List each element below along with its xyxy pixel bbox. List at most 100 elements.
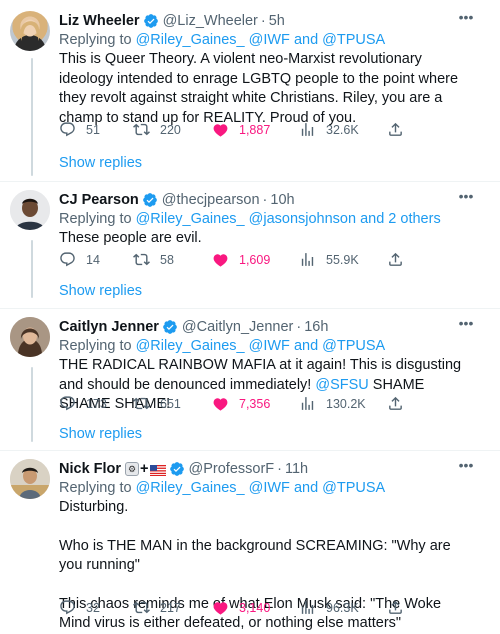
display-name[interactable]: Caitlyn Jenner <box>59 319 159 335</box>
handle[interactable]: @thecjpearson <box>162 192 260 208</box>
reply-button[interactable]: 173 <box>59 395 107 412</box>
share-button[interactable] <box>387 395 414 412</box>
reply-icon <box>59 599 76 616</box>
verified-icon <box>143 13 159 29</box>
views-icon <box>299 599 316 616</box>
avatar[interactable] <box>10 190 50 230</box>
views-button[interactable]: 96.3K <box>299 599 359 616</box>
view-count: 55.9K <box>326 252 359 267</box>
show-replies-link[interactable]: Show replies <box>59 155 142 171</box>
reply-icon <box>59 121 76 138</box>
mention-link[interactable]: @SFSU <box>315 377 368 393</box>
show-replies-link[interactable]: Show replies <box>59 426 142 442</box>
views-button[interactable]: 32.6K <box>299 121 359 138</box>
more-icon[interactable]: ••• <box>456 9 476 29</box>
tweet-caitlyn-jenner[interactable]: Caitlyn Jenner @Caitlyn_Jenner · 16h •••… <box>0 309 484 452</box>
reply-icon <box>59 251 76 268</box>
like-count: 3,140 <box>239 600 271 615</box>
replying-to: Replying to @Riley_Gaines_ @IWF and @TPU… <box>59 337 474 356</box>
thread-line <box>31 367 33 442</box>
view-count: 32.6K <box>326 122 359 137</box>
share-icon <box>387 251 404 268</box>
views-icon <box>299 121 316 138</box>
share-icon <box>387 395 404 412</box>
timestamp[interactable]: 16h <box>304 319 328 335</box>
reply-button[interactable]: 51 <box>59 121 100 138</box>
like-button[interactable]: 7,356 <box>212 395 270 412</box>
handle[interactable]: @Caitlyn_Jenner <box>182 319 293 335</box>
separator-dot: · <box>262 192 268 208</box>
replying-to-label: Replying to <box>59 211 132 227</box>
heart-icon <box>212 121 229 138</box>
display-name[interactable]: Liz Wheeler <box>59 13 140 29</box>
view-count: 96.3K <box>326 600 359 615</box>
replying-to-users[interactable]: @Riley_Gaines_ @IWF and @TPUSA <box>136 32 386 48</box>
like-count: 1,609 <box>239 252 271 267</box>
replying-to-label: Replying to <box>59 338 132 354</box>
views-button[interactable]: 130.2K <box>299 395 366 412</box>
more-icon[interactable]: ••• <box>456 188 476 208</box>
timestamp[interactable]: 5h <box>269 13 285 29</box>
separator-dot: · <box>277 461 282 477</box>
avatar[interactable] <box>10 11 50 51</box>
like-button[interactable]: 3,140 <box>212 599 270 616</box>
reply-icon <box>59 395 76 412</box>
name-suffix: + <box>140 461 149 477</box>
tweet-liz-wheeler[interactable]: Liz Wheeler @Liz_Wheeler · 5h ••• Replyi… <box>0 0 484 185</box>
verified-icon <box>162 319 178 335</box>
reply-count: 51 <box>86 122 100 137</box>
heart-icon <box>212 599 229 616</box>
retweet-count: 58 <box>160 252 174 267</box>
views-button[interactable]: 55.9K <box>299 251 359 268</box>
reply-count: 32 <box>86 600 100 615</box>
more-icon[interactable]: ••• <box>456 315 476 335</box>
tweet-paragraph: Disturbing. <box>59 499 129 515</box>
retweet-count: 651 <box>160 396 181 411</box>
avatar[interactable] <box>10 317 50 357</box>
replying-to: Replying to @Riley_Gaines_ @IWF and @TPU… <box>59 31 474 50</box>
retweet-button[interactable]: 217 <box>133 599 181 616</box>
timestamp[interactable]: 11h <box>285 461 308 477</box>
verified-icon <box>142 192 158 208</box>
display-name[interactable]: CJ Pearson <box>59 192 139 208</box>
separator-dot: · <box>296 319 302 335</box>
tweet-text: These people are evil. <box>59 230 202 246</box>
reply-button[interactable]: 14 <box>59 251 100 268</box>
retweet-button[interactable]: 58 <box>133 251 174 268</box>
retweet-count: 217 <box>160 600 181 615</box>
avatar[interactable] <box>10 459 50 499</box>
share-button[interactable] <box>387 251 414 268</box>
replying-to-users[interactable]: @Riley_Gaines_ @jasonsjohnson and 2 othe… <box>136 211 441 227</box>
share-icon <box>387 599 404 616</box>
like-button[interactable]: 1,887 <box>212 121 270 138</box>
replying-to-label: Replying to <box>59 32 132 48</box>
thread-line <box>31 240 33 298</box>
more-icon[interactable]: ••• <box>456 457 476 477</box>
separator-dot: · <box>260 13 266 29</box>
flag-icon <box>149 464 166 476</box>
reply-count: 14 <box>86 252 100 267</box>
reply-button[interactable]: 32 <box>59 599 100 616</box>
heart-icon <box>212 395 229 412</box>
handle[interactable]: @Liz_Wheeler <box>163 13 258 29</box>
replying-to-label: Replying to <box>59 480 132 496</box>
retweet-icon <box>133 599 150 616</box>
timestamp[interactable]: 10h <box>270 192 294 208</box>
retweet-button[interactable]: 651 <box>133 395 181 412</box>
like-button[interactable]: 1,609 <box>212 251 270 268</box>
tweet-cj-pearson[interactable]: CJ Pearson @thecjpearson · 10h ••• Reply… <box>0 182 484 308</box>
show-replies-link[interactable]: Show replies <box>59 283 142 299</box>
replying-to-users[interactable]: @Riley_Gaines_ @IWF and @TPUSA <box>136 480 386 496</box>
tweet-nick-flor[interactable]: Nick Flor ⚙ + @ProfessorF · 11h ••• Repl… <box>0 451 484 631</box>
handle[interactable]: @ProfessorF <box>189 461 275 477</box>
view-count: 130.2K <box>326 396 366 411</box>
share-button[interactable] <box>387 121 414 138</box>
retweet-button[interactable]: 220 <box>133 121 181 138</box>
tweet-paragraph: Who is THE MAN in the background SCREAMI… <box>59 537 451 574</box>
share-button[interactable] <box>387 599 414 616</box>
display-name[interactable]: Nick Flor <box>59 461 121 477</box>
replying-to-users[interactable]: @Riley_Gaines_ @IWF and @TPUSA <box>136 338 386 354</box>
retweet-icon <box>133 251 150 268</box>
thread-line <box>31 58 33 176</box>
name-emoji-icon: ⚙ <box>125 462 140 476</box>
